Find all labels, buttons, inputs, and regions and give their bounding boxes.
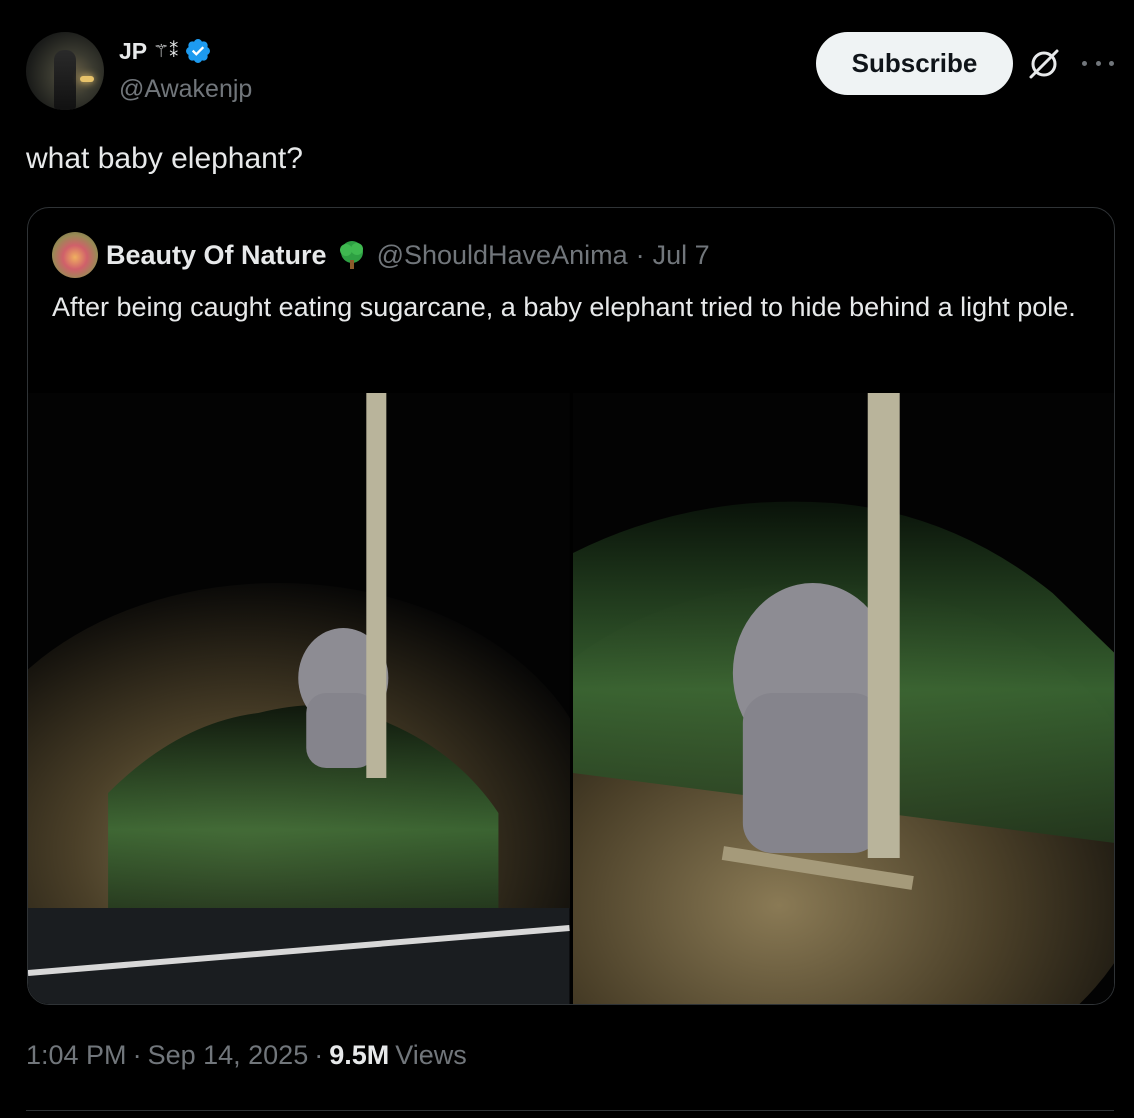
tweet-date[interactable]: Sep 14, 2025 xyxy=(148,1040,309,1071)
more-dot xyxy=(1109,60,1114,66)
quoted-date[interactable]: Jul 7 xyxy=(653,240,710,271)
quoted-header: Beauty Of Nature @ShouldHaveAnima · Jul … xyxy=(106,238,710,272)
tweet: JP ⚚⁑ @Awakenjp Subscribe what baby elep… xyxy=(0,0,1134,1118)
quoted-tweet[interactable]: Beauty Of Nature @ShouldHaveAnima · Jul … xyxy=(27,207,1115,1005)
more-dot xyxy=(1082,60,1087,66)
meta-separator: · xyxy=(132,1040,142,1070)
avatar-light xyxy=(80,76,94,82)
quoted-separator: · xyxy=(635,239,645,270)
quoted-text: After being caught eating sugarcane, a b… xyxy=(52,292,1076,322)
quoted-display-name[interactable]: Beauty Of Nature xyxy=(106,240,327,271)
author-display-name[interactable]: JP xyxy=(119,38,147,65)
tweet-meta: 1:04 PM · Sep 14, 2025 · 9.5M Views xyxy=(26,1040,467,1071)
tweet-text: what baby elephant? xyxy=(26,142,303,175)
photo-right[interactable] xyxy=(572,393,1114,1004)
meta-separator: · xyxy=(314,1040,324,1070)
author-avatar[interactable] xyxy=(26,32,104,110)
quoted-media xyxy=(28,393,1114,1004)
author-name-glyphs: ⚚⁑ xyxy=(153,40,179,62)
subscribe-button[interactable]: Subscribe xyxy=(816,32,1013,95)
tweet-time[interactable]: 1:04 PM xyxy=(26,1040,127,1071)
views-label: Views xyxy=(395,1040,467,1070)
more-dot xyxy=(1095,60,1101,66)
photo-left-image xyxy=(28,393,570,1004)
author-name-row: JP ⚚⁑ xyxy=(119,37,212,65)
verified-badge-icon xyxy=(186,39,211,63)
quoted-handle[interactable]: @ShouldHaveAnima xyxy=(377,240,628,271)
views-count[interactable]: 9.5M xyxy=(329,1040,389,1071)
tree-icon xyxy=(339,241,363,269)
more-icon[interactable] xyxy=(1082,53,1114,73)
avatar-figure xyxy=(54,50,76,110)
photo-right-image xyxy=(572,393,1114,1004)
divider xyxy=(26,1110,1114,1111)
quoted-avatar[interactable] xyxy=(52,232,98,278)
author-handle[interactable]: @Awakenjp xyxy=(119,75,252,104)
grok-icon[interactable] xyxy=(1026,46,1062,82)
photo-left[interactable] xyxy=(28,393,570,1004)
